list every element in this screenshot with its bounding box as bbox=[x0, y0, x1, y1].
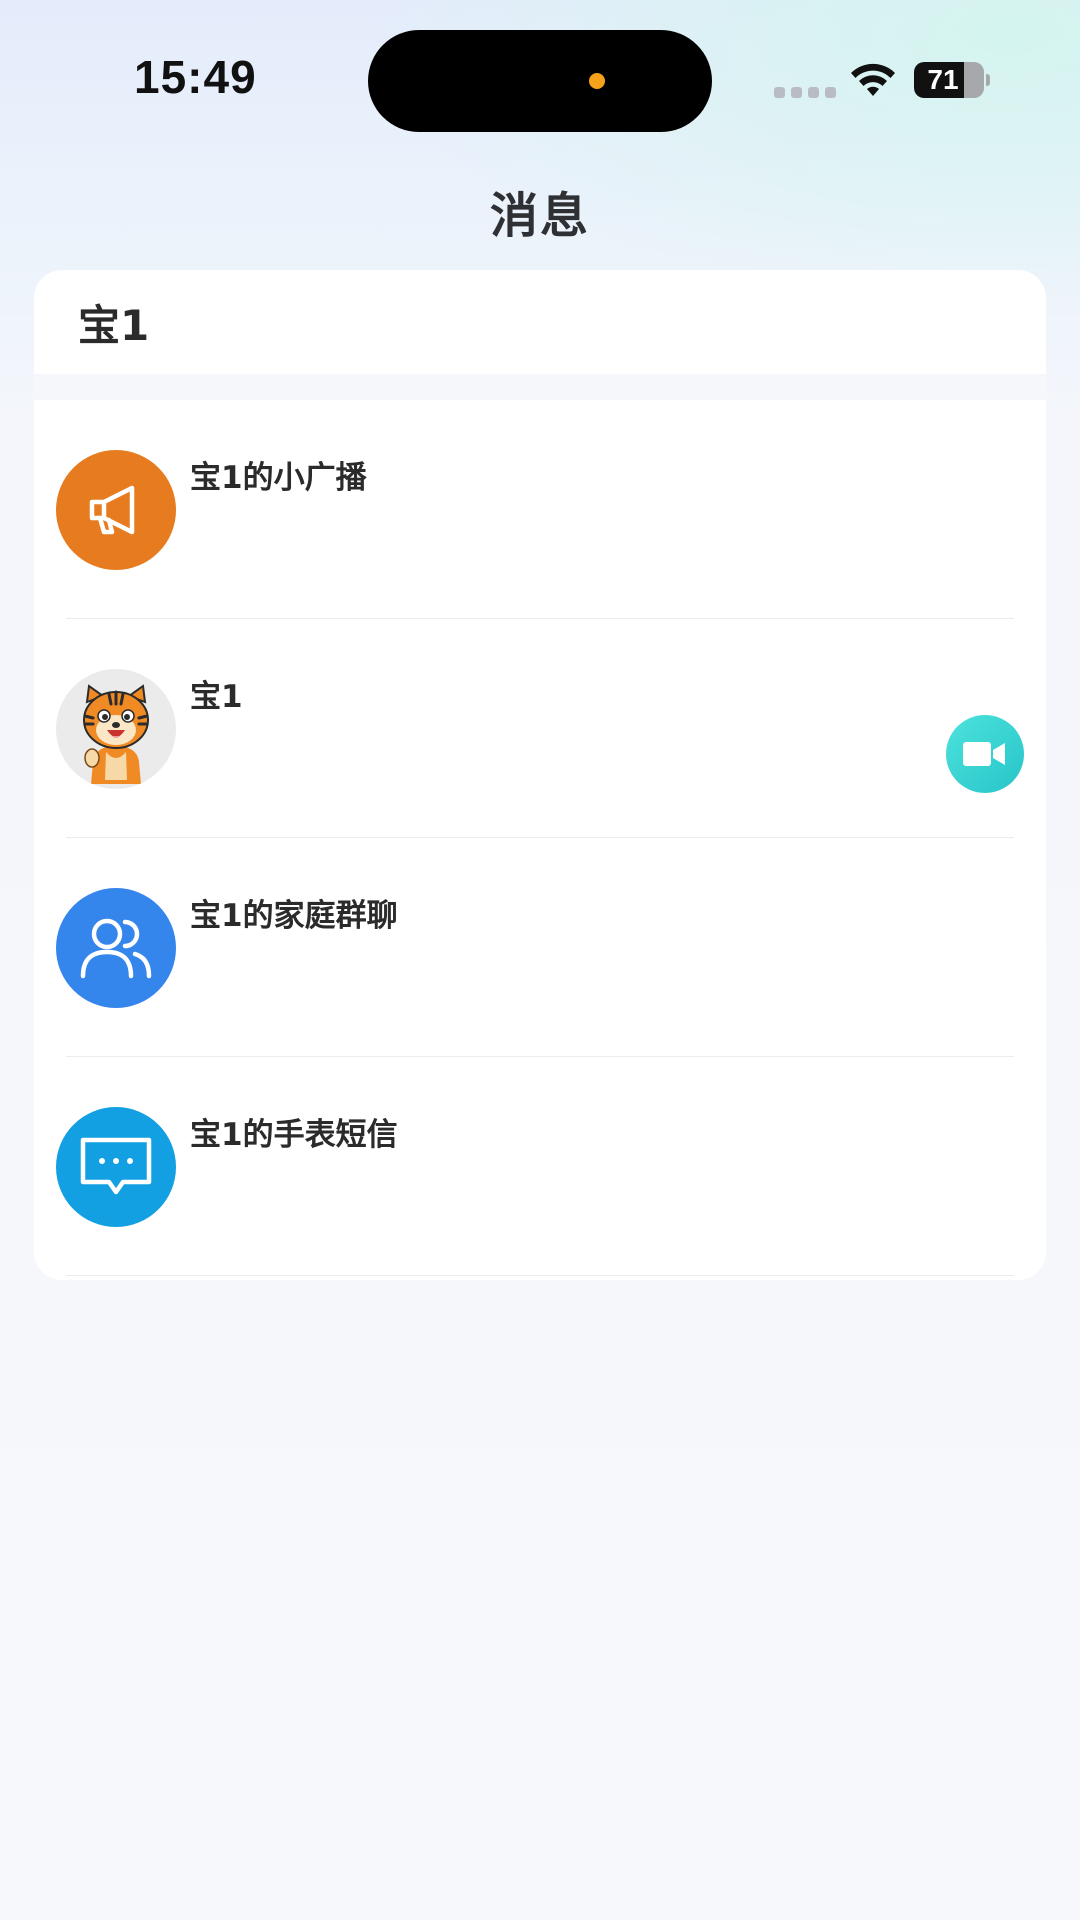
video-camera-icon bbox=[963, 742, 1005, 766]
status-bar: 15:49 71 bbox=[0, 0, 1080, 160]
list-item-watch-sms[interactable]: 宝1的手表短信 bbox=[56, 1057, 1024, 1276]
page-title: 消息 bbox=[489, 188, 590, 244]
status-time: 15:49 bbox=[134, 51, 257, 103]
item-title: 宝1的小广播 bbox=[190, 460, 367, 496]
card-divider bbox=[34, 374, 1046, 400]
message-list: 宝1的小广播 宝1 宝1的家庭群聊 宝1的手表短信 bbox=[34, 400, 1046, 1276]
wifi-icon bbox=[851, 63, 895, 96]
item-title: 宝1的家庭群聊 bbox=[190, 898, 398, 934]
dynamic-island bbox=[368, 30, 712, 132]
device-name: 宝1 bbox=[78, 300, 150, 350]
cellular-signal-icon bbox=[774, 87, 836, 98]
device-message-card: 宝1 宝1的小广播 宝1 宝1的家庭群聊 宝1的手表短信 bbox=[34, 270, 1046, 1280]
list-item-direct-chat[interactable]: 宝1 bbox=[56, 619, 1024, 838]
video-call-button[interactable] bbox=[946, 715, 1024, 793]
list-item-family-group[interactable]: 宝1的家庭群聊 bbox=[56, 838, 1024, 1057]
group-users-icon bbox=[56, 888, 176, 1008]
privacy-indicator-dot bbox=[589, 73, 605, 89]
battery-icon: 71 bbox=[914, 62, 984, 98]
list-item-broadcast[interactable]: 宝1的小广播 bbox=[56, 400, 1024, 619]
tiger-avatar bbox=[56, 669, 176, 789]
battery-level: 71 bbox=[927, 64, 959, 95]
item-title: 宝1的手表短信 bbox=[190, 1117, 398, 1153]
item-title: 宝1 bbox=[190, 679, 243, 715]
battery-cap bbox=[986, 74, 990, 86]
megaphone-icon bbox=[56, 450, 176, 570]
message-bubble-icon bbox=[56, 1107, 176, 1227]
